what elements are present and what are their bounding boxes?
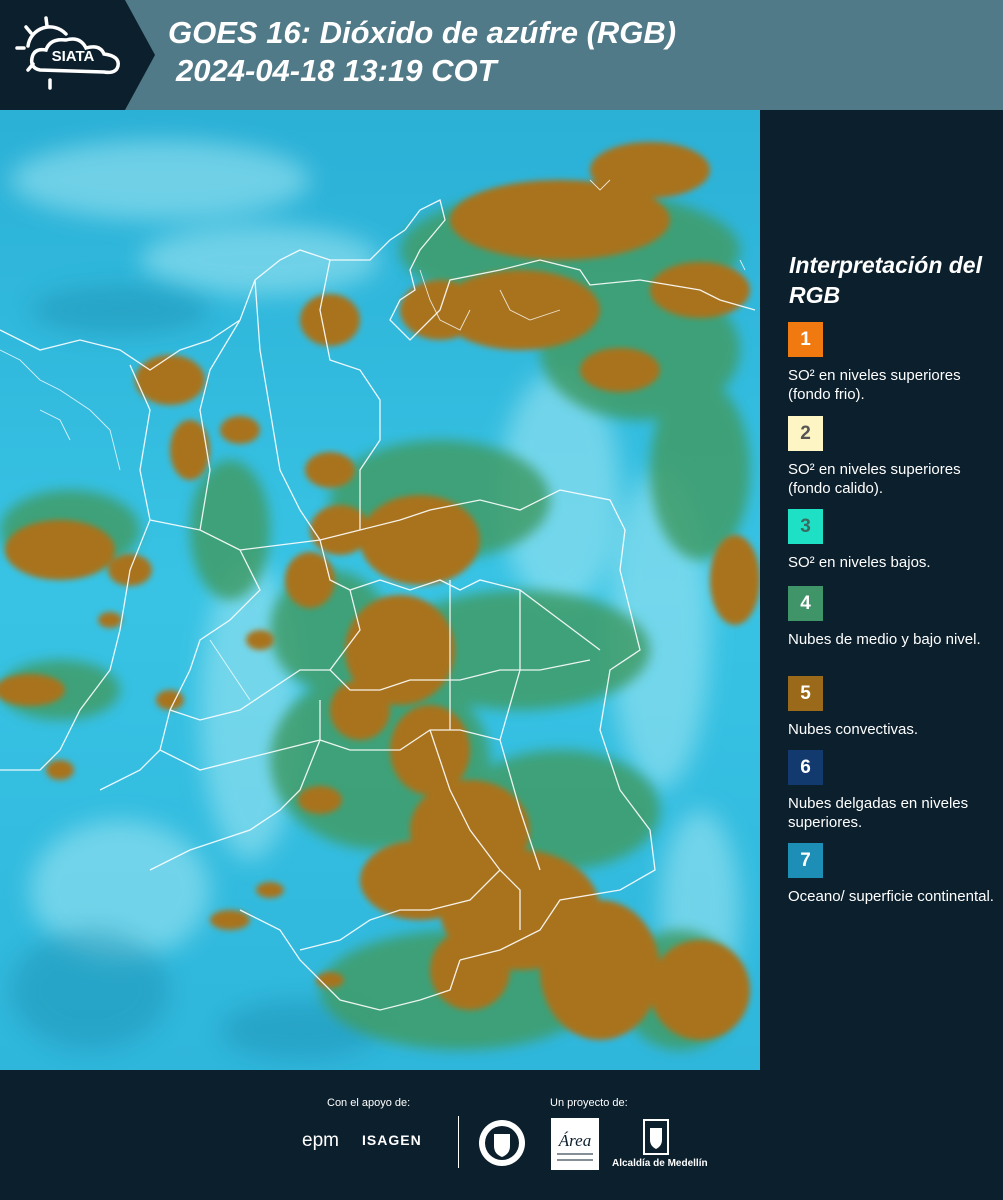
page-title: GOES 16: Dióxido de azúfre (RGB) 2024-04-… xyxy=(168,14,676,90)
legend-text-6: Nubes delgadas en niveles superiores. xyxy=(788,795,969,831)
svg-text:Área: Área xyxy=(558,1131,591,1150)
satellite-map-image xyxy=(0,110,760,1070)
legend-swatch-4: 4 xyxy=(788,586,823,621)
header-bar: SIATA GOES 16: Dióxido de azúfre (RGB) 20… xyxy=(0,0,1003,110)
legend-item-3: 3 SO² en niveles bajos. xyxy=(788,509,998,572)
legend-swatch-3: 3 xyxy=(788,509,823,544)
alcaldia-label: Alcaldía de Medellín xyxy=(612,1158,708,1169)
legend-swatch-7: 7 xyxy=(788,843,823,878)
siata-logo[interactable]: SIATA xyxy=(0,0,155,110)
legend-swatch-5: 5 xyxy=(788,676,823,711)
svg-text:SIATA: SIATA xyxy=(52,48,95,65)
legend-text-1: SO² en niveles superiores (fondo frio). xyxy=(788,367,961,403)
footer-divider xyxy=(458,1116,459,1168)
legend-number-6: 6 xyxy=(800,756,811,778)
support-label: Con el apoyo de: xyxy=(327,1097,411,1109)
legend-swatch-2: 2 xyxy=(788,416,823,451)
legend-item-4: 4 Nubes de medio y bajo nivel. xyxy=(788,586,998,649)
legend-item-7: 7 Oceano/ superficie continental. xyxy=(788,843,998,906)
legend-number-7: 7 xyxy=(800,849,811,871)
title-line-1: GOES 16: Dióxido de azúfre (RGB) xyxy=(168,15,677,50)
legend-item-5: 5 Nubes convectivas. xyxy=(788,676,998,739)
legend-number-4: 4 xyxy=(800,592,811,614)
legend-number-3: 3 xyxy=(800,515,811,537)
legend-panel: Interpretación del RGB 1 SO² en niveles … xyxy=(760,110,1003,1070)
area-metropolitana-icon: Área xyxy=(557,1131,593,1161)
legend-number-1: 1 xyxy=(800,328,811,350)
satellite-map[interactable] xyxy=(0,110,760,1070)
legend-text-7: Oceano/ superficie continental. xyxy=(788,888,994,905)
legend-text-5: Nubes convectivas. xyxy=(788,721,919,738)
legend-item-6: 6 Nubes delgadas en niveles superiores. xyxy=(788,750,998,832)
legend-item-1: 1 SO² en niveles superiores (fondo frio)… xyxy=(788,322,998,404)
legend-item-2: 2 SO² en niveles superiores (fondo calid… xyxy=(788,416,998,498)
medellin-seal-icon[interactable] xyxy=(477,1118,527,1168)
legend-swatch-1: 1 xyxy=(788,322,823,357)
legend-text-2: SO² en niveles superiores (fondo calido)… xyxy=(788,461,961,497)
legend-text-3: SO² en niveles bajos. xyxy=(788,554,931,571)
legend-text-4: Nubes de medio y bajo nivel. xyxy=(788,631,981,648)
legend-number-5: 5 xyxy=(800,682,811,704)
legend-number-2: 2 xyxy=(800,422,811,444)
project-label: Un proyecto de: xyxy=(550,1097,628,1109)
alcaldia-shield-icon[interactable] xyxy=(642,1118,670,1156)
isagen-logo[interactable]: ISAGEN xyxy=(362,1132,422,1148)
legend-title: Interpretación del RGB xyxy=(789,252,982,308)
siata-logo-icon: SIATA xyxy=(0,0,155,110)
area-metropolitana-logo[interactable]: Área xyxy=(551,1118,599,1170)
epm-logo[interactable]: epm xyxy=(302,1130,339,1152)
footer-bar: Con el apoyo de: Un proyecto de: epm ISA… xyxy=(0,1070,1003,1200)
title-line-2: 2024-04-18 13:19 COT xyxy=(176,53,497,88)
legend-swatch-6: 6 xyxy=(788,750,823,785)
